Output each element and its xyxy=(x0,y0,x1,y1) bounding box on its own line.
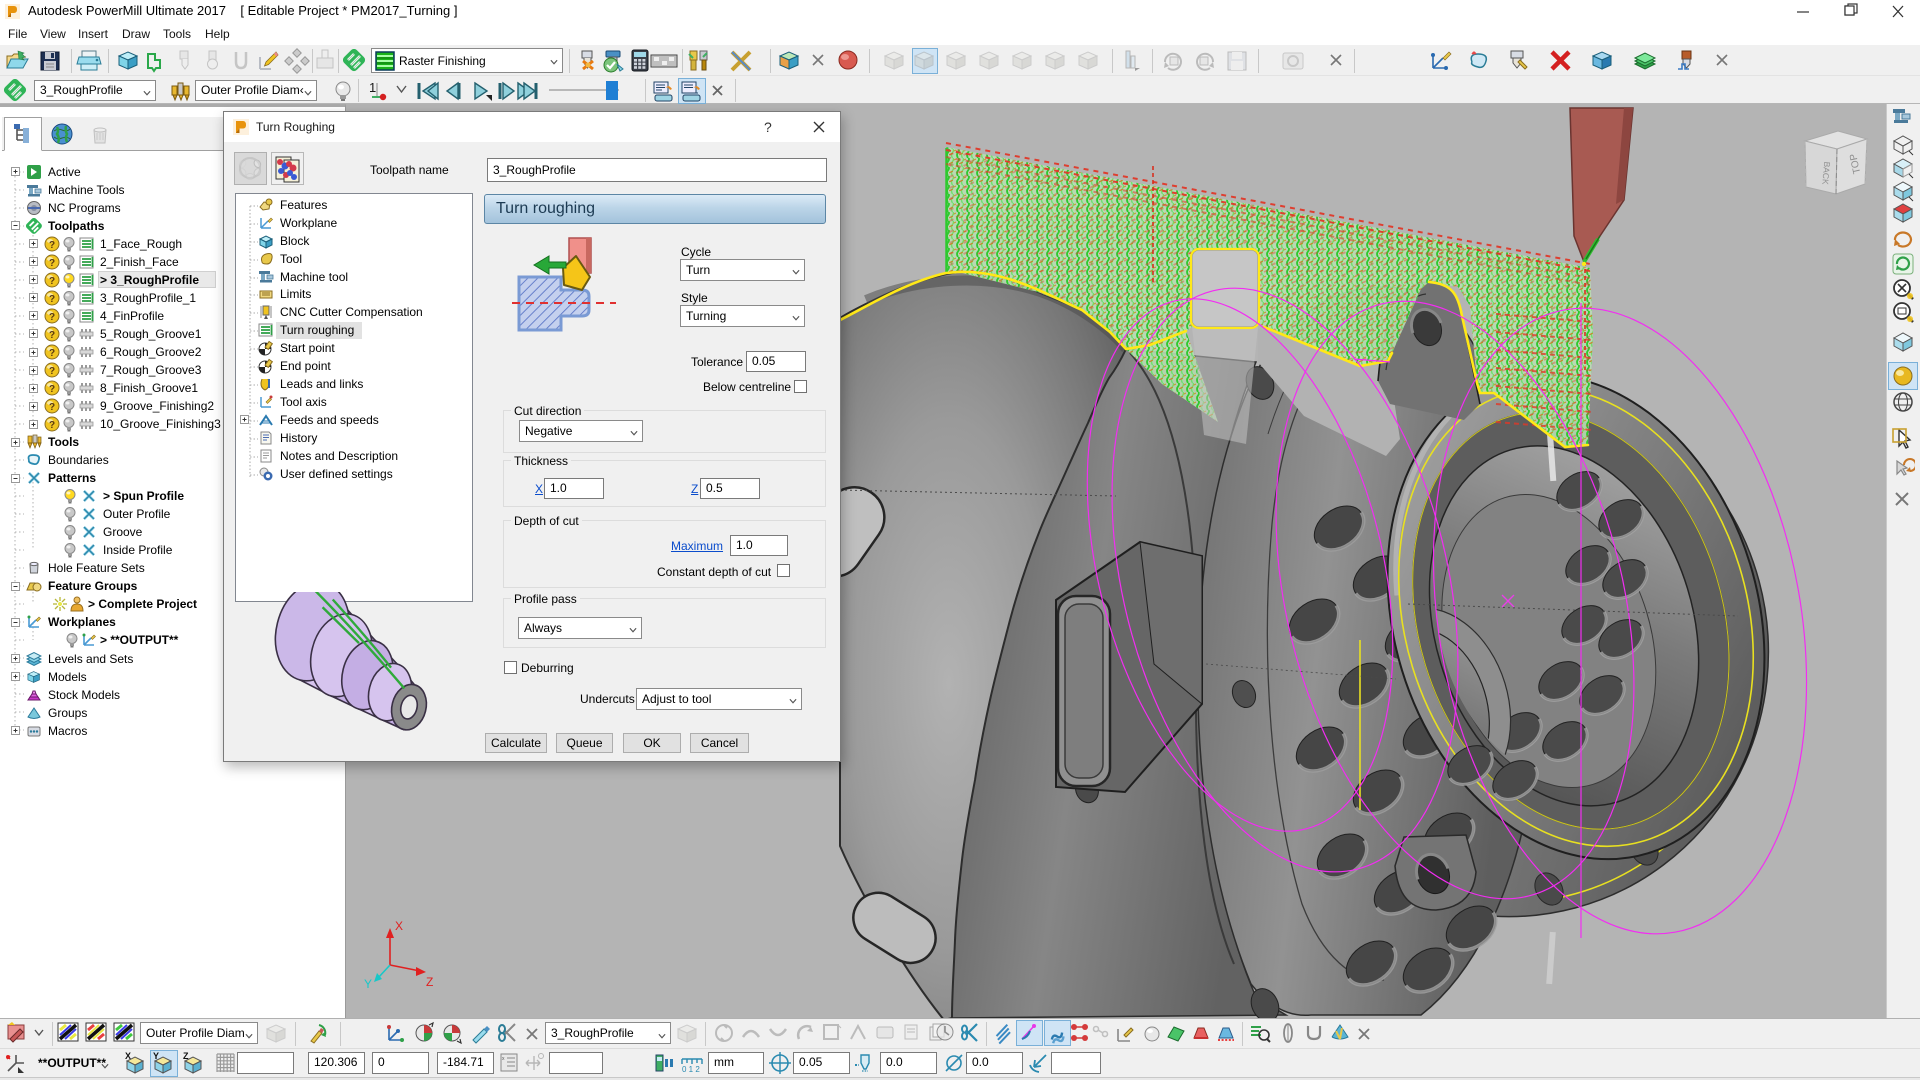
svg-text:1: 1 xyxy=(369,80,376,95)
svg-text:Y: Y xyxy=(153,1051,159,1061)
svg-text:?: ? xyxy=(49,348,55,359)
svg-text:?: ? xyxy=(49,276,55,287)
svg-text:?: ? xyxy=(49,384,55,395)
svg-text:Z: Z xyxy=(183,1051,189,1061)
svg-text:?: ? xyxy=(49,402,55,413)
svg-text:0 1 2: 0 1 2 xyxy=(682,1065,700,1074)
svg-text:?: ? xyxy=(49,420,55,431)
svg-text:?: ? xyxy=(49,366,55,377)
svg-text:X: X xyxy=(395,919,403,933)
svg-text:BACK: BACK xyxy=(1820,161,1832,185)
svg-text:?: ? xyxy=(49,240,55,251)
svg-text:X: X xyxy=(125,1051,131,1061)
svg-text:?: ? xyxy=(49,312,55,323)
svg-text:?: ? xyxy=(49,330,55,341)
svg-text:?: ? xyxy=(49,258,55,269)
svg-text:Z: Z xyxy=(426,975,433,989)
svg-text:?: ? xyxy=(49,294,55,305)
svg-text:Y: Y xyxy=(364,977,372,991)
